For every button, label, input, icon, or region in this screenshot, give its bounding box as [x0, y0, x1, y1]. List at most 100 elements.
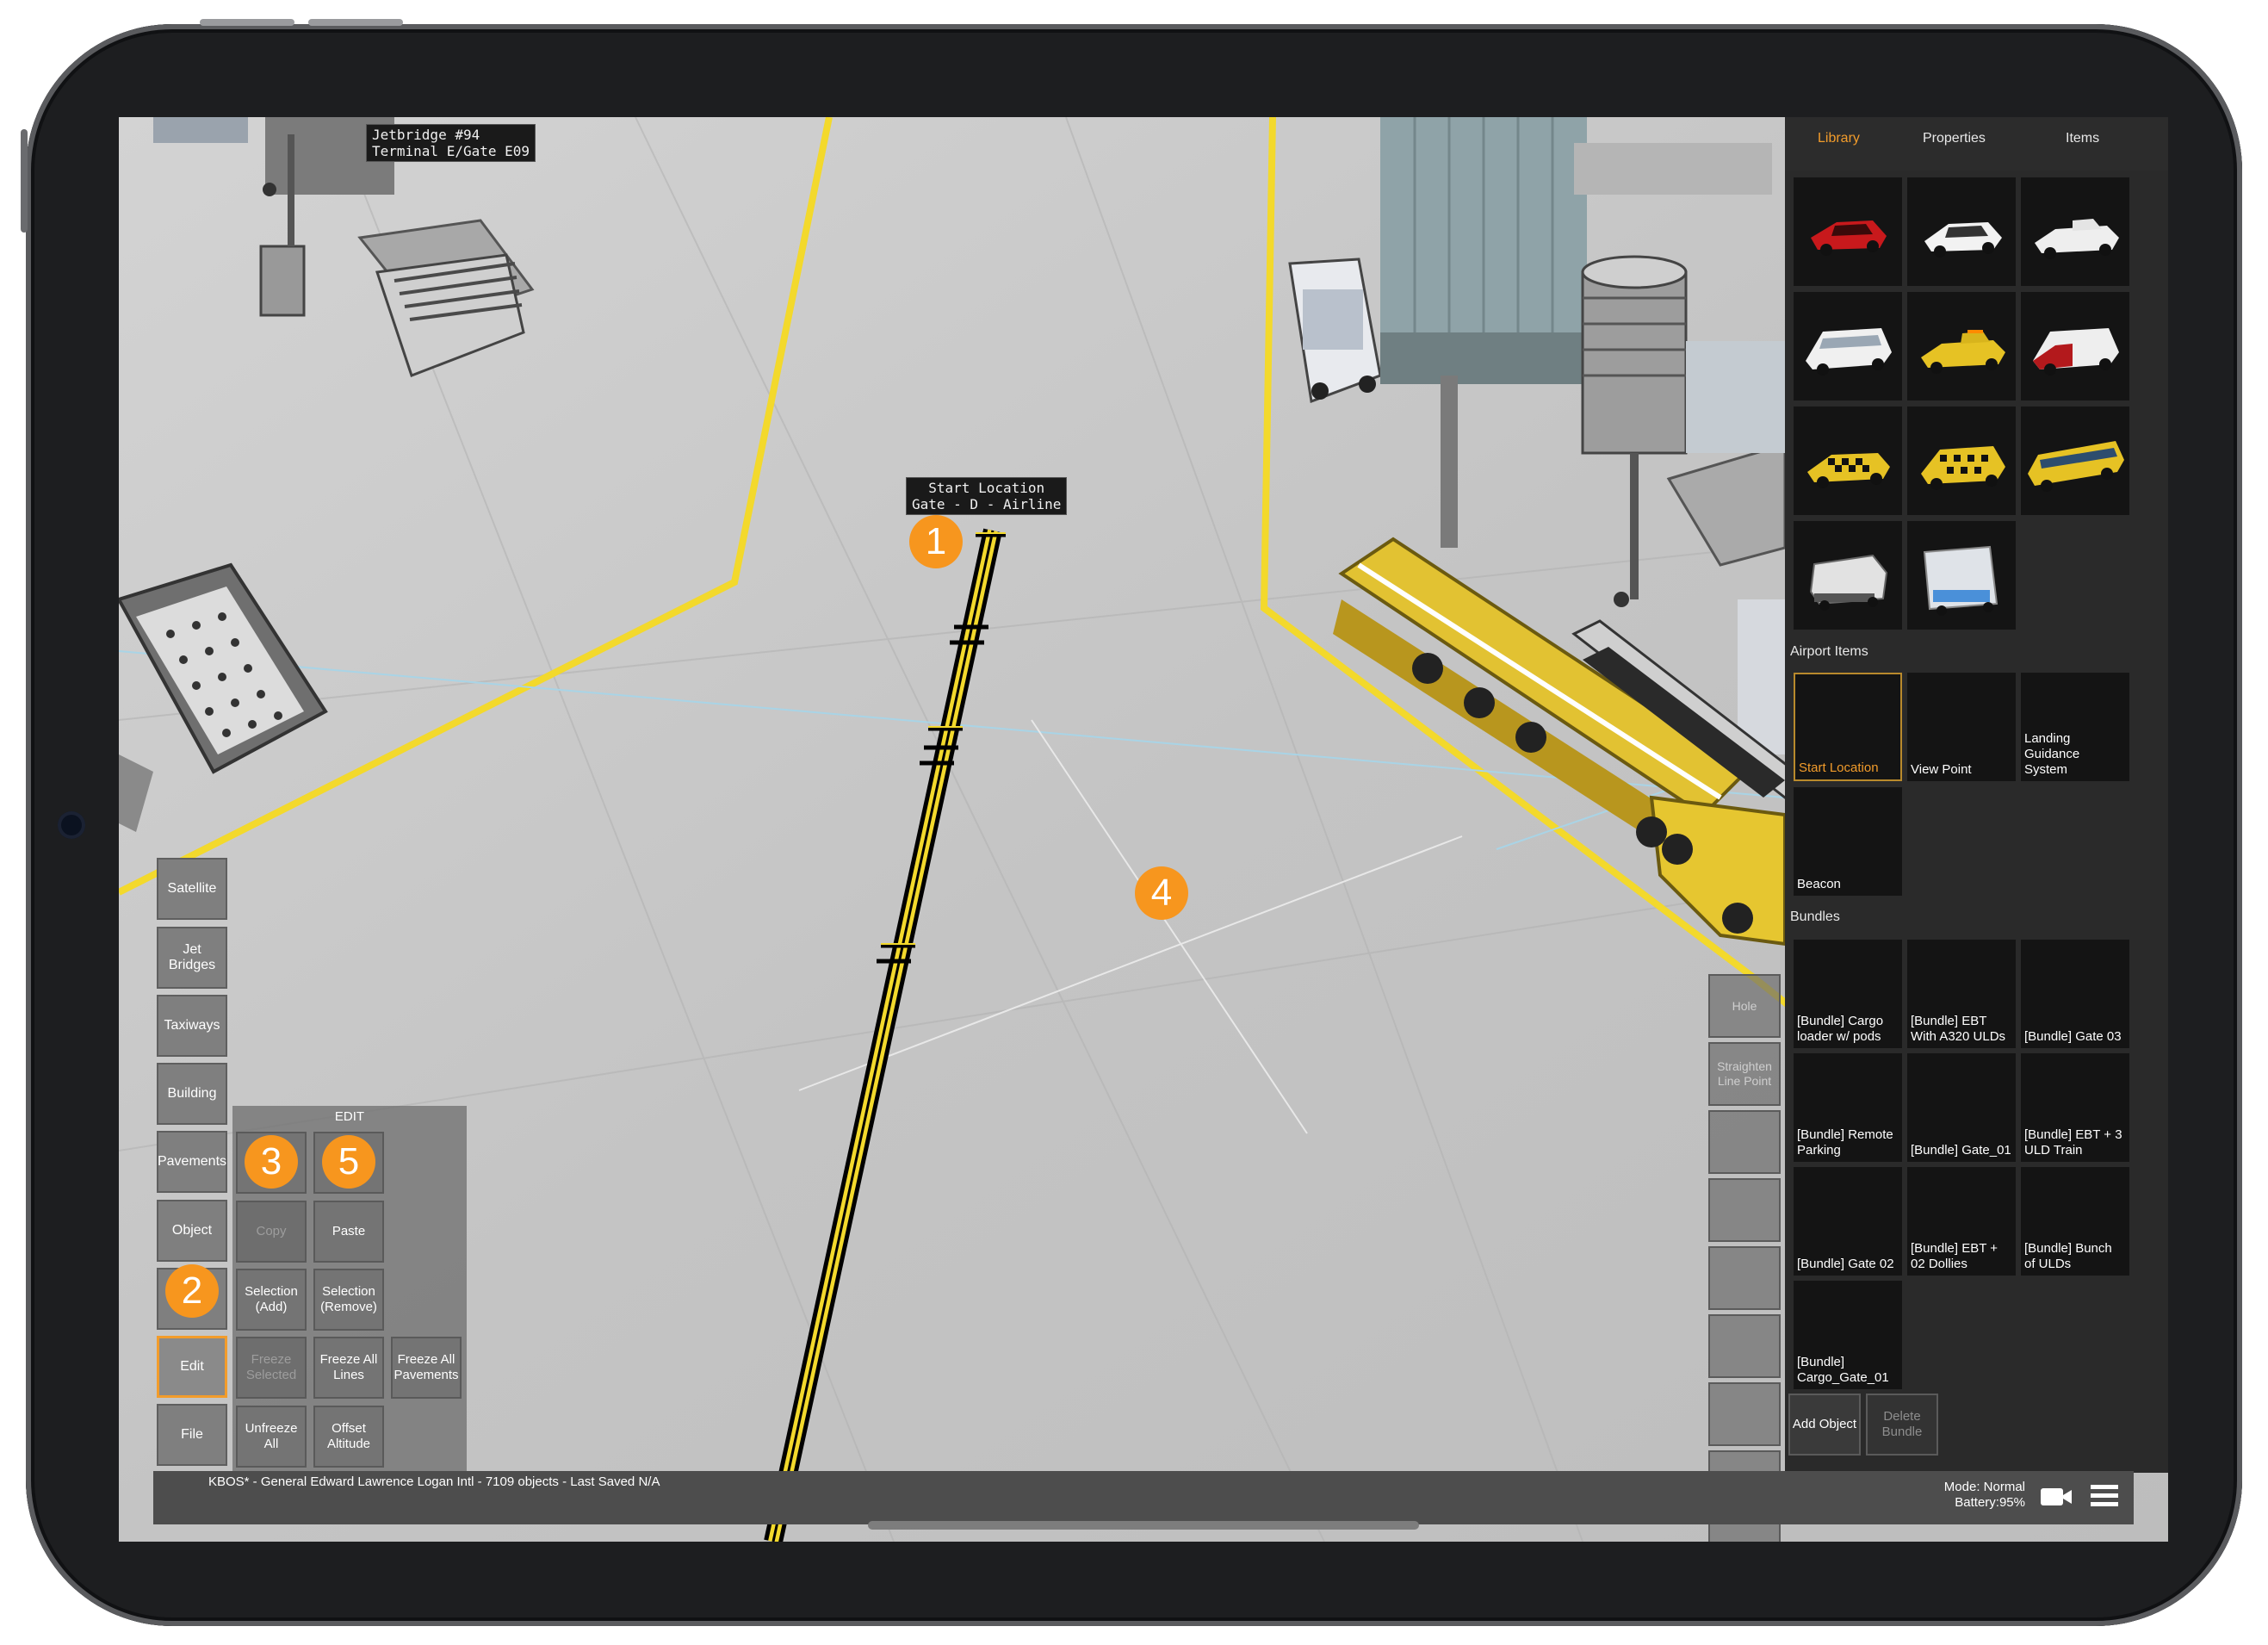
vehicle-tile-white-sedan[interactable]: [1907, 177, 2016, 286]
bundle-tile[interactable]: [Bundle] Cargo loader w/ pods: [1794, 940, 1902, 1048]
home-indicator[interactable]: [868, 1521, 1419, 1530]
bundle-label: [Bundle] Cargo_Gate_01: [1797, 1355, 1889, 1385]
airport-item-view-point[interactable]: View Point: [1907, 673, 2016, 781]
white-pickup-icon: [2035, 219, 2119, 259]
vehicle-tile-yellow-pickup[interactable]: [1907, 292, 2016, 400]
tool-slot-4[interactable]: [1708, 1178, 1781, 1242]
red-van-icon: [2033, 328, 2119, 376]
jetbridge-label: Jetbridge #94 Terminal E/Gate E09: [366, 124, 536, 162]
vehicle-tile-checkered-car[interactable]: [1794, 407, 1902, 515]
object-button[interactable]: Object: [157, 1200, 227, 1262]
bundle-tile[interactable]: [Bundle] Gate_01: [1907, 1053, 2016, 1162]
vehicle-tile-white-pickup[interactable]: [2021, 177, 2129, 286]
tool-slot-6[interactable]: [1708, 1314, 1781, 1378]
airport-item-label: Start Location: [1799, 760, 1879, 775]
bundle-label: [Bundle] Remote Parking: [1797, 1127, 1893, 1158]
selection-remove-button[interactable]: Selection (Remove): [313, 1269, 384, 1331]
straighten-line-point-button[interactable]: Straighten Line Point: [1708, 1042, 1781, 1106]
vehicle-tile-red-van[interactable]: [2021, 292, 2129, 400]
library-side-panel: Library Properties Items Airport Items S…: [1785, 117, 2168, 1473]
app-screen: Jetbridge #94 Terminal E/Gate E09 Start …: [119, 117, 2168, 1542]
freeze-all-pavements-button[interactable]: Freeze All Pavements: [391, 1337, 462, 1399]
airport-items-header: Airport Items: [1790, 644, 1868, 659]
yellow-bus-icon: [2028, 441, 2124, 492]
bundle-label: [Bundle] EBT + 02 Dollies: [1911, 1241, 1998, 1271]
copy-button[interactable]: Copy: [236, 1201, 307, 1263]
airport-item-beacon[interactable]: Beacon: [1794, 787, 1902, 896]
edit-button[interactable]: Edit: [157, 1336, 227, 1398]
side-button: [21, 129, 28, 233]
callout-marker-3: 3: [245, 1135, 298, 1189]
camera-icon[interactable]: [2039, 1483, 2073, 1509]
callout-marker-5: 5: [322, 1135, 375, 1189]
start-location-label: Start Location Gate - D - Airline: [906, 477, 1068, 515]
vehicle-tile-checkered-suv[interactable]: [1907, 407, 2016, 515]
vehicle-tile-catering-truck[interactable]: [1794, 521, 1902, 630]
freeze-selected-button[interactable]: Freeze Selected: [236, 1337, 307, 1399]
white-sedan-icon: [1924, 222, 2002, 258]
volume-button: [200, 19, 294, 26]
pavements-button[interactable]: Pavements: [157, 1131, 227, 1193]
airport-item-label: Beacon: [1797, 877, 1841, 891]
offset-altitude-button[interactable]: Offset Altitude: [313, 1406, 384, 1468]
edit-panel-title: EDIT: [334, 1109, 365, 1124]
hole-tool-button[interactable]: Hole: [1708, 974, 1781, 1038]
bundle-tile[interactable]: [Bundle] Bunch of ULDs: [2021, 1167, 2129, 1276]
airport-item-start-location[interactable]: Start Location: [1794, 673, 1902, 781]
bundle-tile[interactable]: [Bundle] Gate 03: [2021, 940, 2129, 1048]
tab-properties[interactable]: Properties: [1923, 131, 1986, 146]
callout-marker-4: 4: [1135, 866, 1188, 920]
front-camera: [58, 811, 85, 839]
vehicle-tile-service-truck[interactable]: [1907, 521, 2016, 630]
vehicle-tile-yellow-bus[interactable]: [2021, 407, 2129, 515]
delete-bundle-button[interactable]: Delete Bundle: [1866, 1394, 1938, 1456]
bundle-label: [Bundle] EBT With A320 ULDs: [1911, 1014, 2006, 1044]
tool-slot-5[interactable]: [1708, 1246, 1781, 1310]
bundle-tile[interactable]: [Bundle] EBT With A320 ULDs: [1907, 940, 2016, 1048]
service-truck-icon: [1923, 545, 1998, 616]
freeze-all-lines-button[interactable]: Freeze All Lines: [313, 1337, 384, 1399]
bundle-tile[interactable]: [Bundle] Gate 02: [1794, 1167, 1902, 1276]
satellite-button[interactable]: Satellite: [157, 858, 227, 920]
mode-text: Mode: Normal: [1943, 1480, 2025, 1494]
unfreeze-all-button[interactable]: Unfreeze All: [236, 1406, 307, 1468]
start-location-label-line1: Start Location: [928, 480, 1045, 496]
hamburger-menu-icon[interactable]: [2089, 1481, 2120, 1509]
airport-item-landing-guidance[interactable]: Landing Guidance System: [2021, 673, 2129, 781]
side-panel-tabs: Library Properties Items: [1785, 117, 2168, 171]
jetbridge-label-line1: Jetbridge #94: [372, 127, 480, 143]
airport-status-text: KBOS* - General Edward Lawrence Logan In…: [208, 1474, 660, 1489]
bundle-tile[interactable]: [Bundle] EBT + 3 ULD Train: [2021, 1053, 2129, 1162]
file-button[interactable]: File: [157, 1404, 227, 1466]
bundle-label: [Bundle] Gate 02: [1797, 1257, 1894, 1271]
bundle-tile[interactable]: [Bundle] EBT + 02 Dollies: [1907, 1167, 2016, 1276]
jet-bridges-button[interactable]: Jet Bridges: [157, 927, 227, 989]
checkered-suv-icon: [1921, 446, 2005, 490]
status-bar: KBOS* - General Edward Lawrence Logan In…: [153, 1471, 2134, 1524]
building-button[interactable]: Building: [157, 1063, 227, 1125]
taxiways-button[interactable]: Taxiways: [157, 995, 227, 1057]
jetbridge-label-line2: Terminal E/Gate E09: [372, 143, 530, 159]
battery-text: Battery:95%: [1955, 1495, 2025, 1510]
white-van-icon: [1806, 328, 1892, 376]
start-location-label-line2: Gate - D - Airline: [912, 496, 1062, 512]
tab-items[interactable]: Items: [2066, 131, 2099, 146]
tool-slot-7[interactable]: [1708, 1382, 1781, 1446]
catering-truck-icon: [1809, 554, 1888, 611]
add-object-button[interactable]: Add Object: [1788, 1394, 1861, 1456]
vehicle-tile-white-van[interactable]: [1794, 292, 1902, 400]
airport-item-label: Landing Guidance System: [2024, 731, 2080, 777]
volume-button: [308, 19, 403, 26]
yellow-pickup-icon: [1921, 330, 2005, 374]
bundles-header: Bundles: [1790, 909, 1840, 924]
paste-button[interactable]: Paste: [313, 1201, 384, 1263]
airport-item-label: View Point: [1911, 762, 1972, 777]
bundle-tile[interactable]: [Bundle] Cargo_Gate_01: [1794, 1281, 1902, 1389]
tab-library[interactable]: Library: [1818, 131, 1860, 146]
vehicle-tile-red-car[interactable]: [1794, 177, 1902, 286]
bundle-tile[interactable]: [Bundle] Remote Parking: [1794, 1053, 1902, 1162]
selection-add-button[interactable]: Selection (Add): [236, 1269, 307, 1331]
bundle-label: [Bundle] Bunch of ULDs: [2024, 1241, 2112, 1271]
checkered-car-icon: [1807, 453, 1890, 488]
tool-slot-3[interactable]: [1708, 1110, 1781, 1174]
